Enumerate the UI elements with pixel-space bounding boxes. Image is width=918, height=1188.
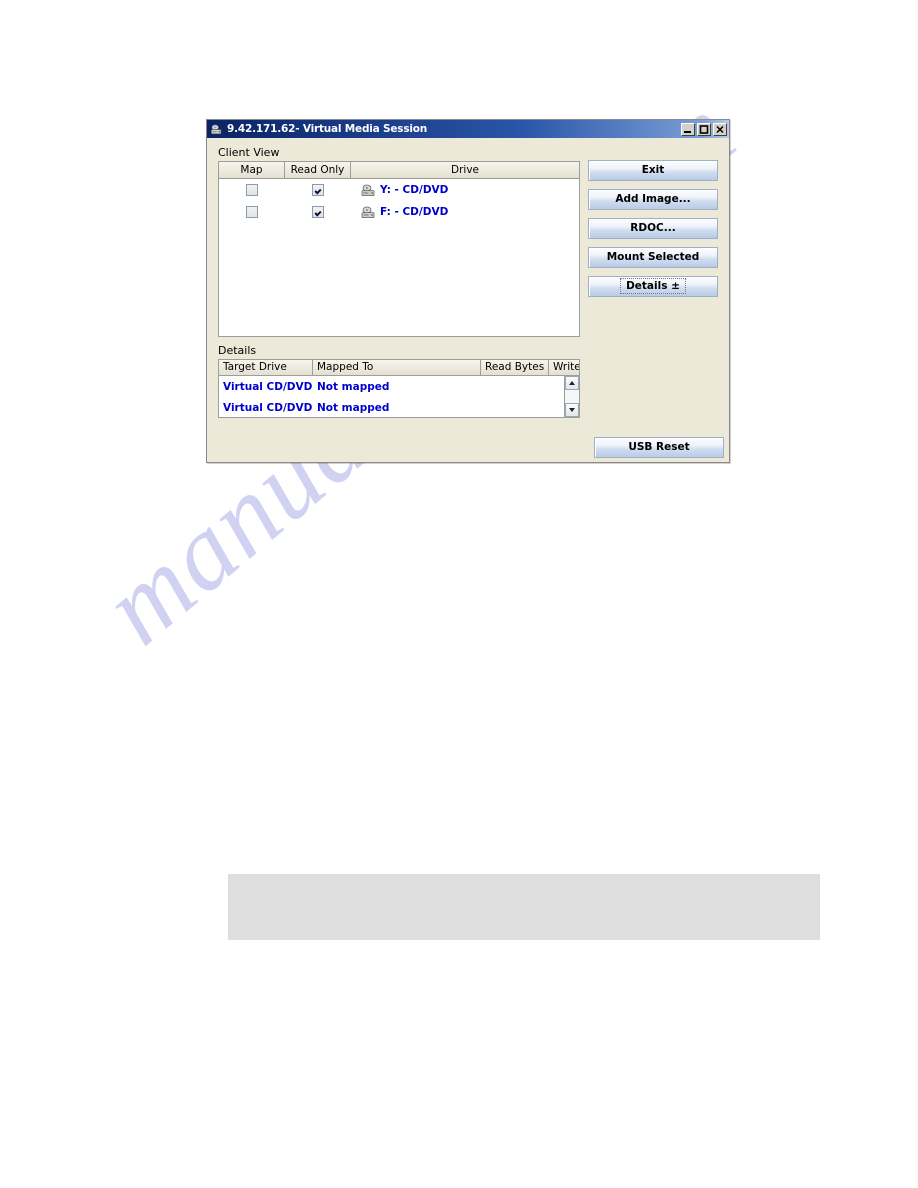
upper-section: Client View Map Read Only Drive Y: - CD/… (218, 146, 720, 337)
column-header-drive[interactable]: Drive (351, 162, 579, 178)
scroll-up-arrow-icon[interactable] (565, 376, 579, 390)
details-panel: Details Target Drive Mapped To Read Byte… (218, 344, 580, 418)
drive-cell: Y: - CD/DVD (351, 184, 579, 197)
client-view-label: Client View (218, 146, 280, 159)
drive-label: F: - CD/DVD (380, 206, 449, 218)
details-toggle-button[interactable]: Details ± (588, 276, 718, 297)
read-only-checkbox[interactable] (312, 206, 324, 218)
cd-drive-icon (361, 206, 376, 219)
details-label: Details (218, 344, 257, 357)
table-row[interactable]: Virtual CD/DVD Not mapped (219, 397, 564, 417)
client-view-header-row: Map Read Only Drive (219, 162, 579, 179)
virtual-media-session-window: 9.42.171.62- Virtual Media Session Clien… (206, 119, 730, 463)
expand-collapse-icon: ± (671, 280, 680, 292)
table-row[interactable]: F: - CD/DVD (219, 201, 579, 223)
map-cell (219, 184, 285, 196)
window-titlebar[interactable]: 9.42.171.62- Virtual Media Session (207, 120, 729, 138)
target-drive-cell: Virtual CD/DVD (223, 401, 313, 414)
rdoc-button[interactable]: RDOC... (588, 218, 718, 239)
dialog-body: Client View Map Read Only Drive Y: - CD/… (207, 138, 729, 462)
scrollbar-track[interactable] (565, 390, 579, 403)
action-button-column: Exit Add Image... RDOC... Mount Selected… (588, 146, 718, 305)
window-title: 9.42.171.62- Virtual Media Session (227, 123, 428, 135)
details-rows: Virtual CD/DVD Not mapped Virtual CD/DVD… (219, 376, 564, 417)
scroll-down-arrow-icon[interactable] (565, 403, 579, 417)
usb-reset-wrapper: USB Reset (594, 437, 724, 466)
column-header-write-bytes[interactable]: Write Byt (549, 360, 579, 375)
mapped-to-cell: Not mapped (317, 401, 390, 414)
bottom-content-block (228, 874, 820, 940)
read-only-checkbox[interactable] (312, 184, 324, 196)
mapped-to-cell: Not mapped (317, 380, 390, 393)
virtual-media-icon (210, 123, 223, 136)
window-controls (681, 122, 727, 136)
table-row[interactable]: Virtual CD/DVD Not mapped (219, 376, 564, 397)
target-drive-cell: Virtual CD/DVD (223, 380, 313, 393)
map-cell (219, 206, 285, 218)
exit-button[interactable]: Exit (588, 160, 718, 181)
drive-label: Y: - CD/DVD (380, 184, 449, 196)
read-only-cell (285, 184, 351, 196)
column-header-map[interactable]: Map (219, 162, 285, 178)
client-view-table: Map Read Only Drive Y: - CD/DVD F: - CD/… (218, 161, 580, 337)
column-header-mapped-to[interactable]: Mapped To (313, 360, 481, 375)
column-header-read-bytes[interactable]: Read Bytes (481, 360, 549, 375)
details-toggle-inner: Details ± (620, 278, 686, 294)
map-checkbox[interactable] (246, 206, 258, 218)
close-button[interactable] (713, 122, 727, 136)
client-view-panel: Client View Map Read Only Drive Y: - CD/… (218, 146, 580, 337)
details-body: Virtual CD/DVD Not mapped Virtual CD/DVD… (219, 376, 579, 417)
maximize-button[interactable] (697, 122, 711, 136)
column-header-target-drive[interactable]: Target Drive (219, 360, 313, 375)
drive-cell: F: - CD/DVD (351, 206, 579, 219)
details-toggle-label: Details (626, 280, 668, 292)
minimize-button[interactable] (681, 122, 695, 136)
read-only-cell (285, 206, 351, 218)
mount-selected-button[interactable]: Mount Selected (588, 247, 718, 268)
map-checkbox[interactable] (246, 184, 258, 196)
cd-drive-icon (361, 184, 376, 197)
column-header-read-only[interactable]: Read Only (285, 162, 351, 178)
table-row[interactable]: Y: - CD/DVD (219, 179, 579, 201)
details-header-row: Target Drive Mapped To Read Bytes Write … (219, 360, 579, 376)
details-vertical-scrollbar[interactable] (564, 376, 579, 417)
add-image-button[interactable]: Add Image... (588, 189, 718, 210)
details-table: Target Drive Mapped To Read Bytes Write … (218, 359, 580, 418)
usb-reset-button[interactable]: USB Reset (594, 437, 724, 458)
